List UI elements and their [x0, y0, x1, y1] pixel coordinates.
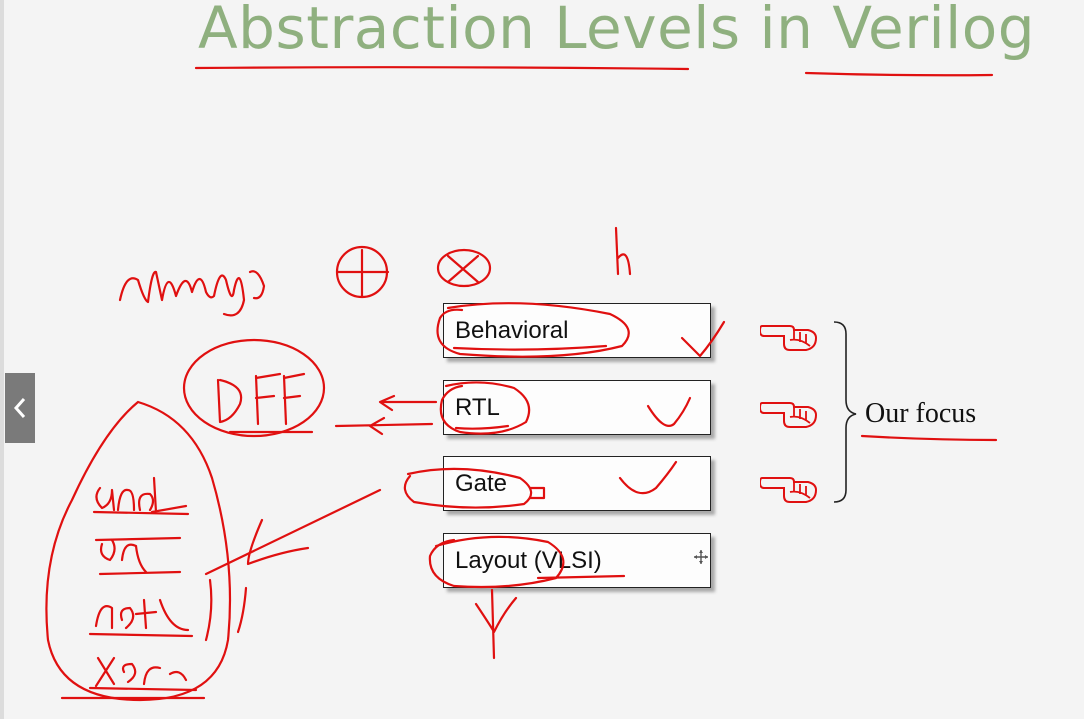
level-box-behavioral: Behavioral — [443, 303, 711, 358]
level-label-rtl: RTL — [455, 394, 500, 421]
slide: Abstraction Levels in Verilog Behavioral… — [0, 0, 1084, 719]
pointing-hand-icon — [760, 477, 818, 503]
level-box-layout: Layout (VLSI) — [443, 533, 711, 588]
level-label-layout: Layout (VLSI) — [455, 547, 602, 574]
level-box-gate: Gate — [443, 456, 711, 511]
focus-brace — [833, 321, 857, 503]
pointing-hand-icon — [760, 325, 818, 351]
chevron-left-icon — [13, 398, 26, 418]
move-cursor-icon — [694, 550, 708, 564]
previous-slide-button[interactable] — [5, 373, 35, 443]
level-box-rtl: RTL — [443, 380, 711, 435]
level-label-gate: Gate — [455, 470, 508, 497]
level-label-behavioral: Behavioral — [455, 317, 569, 344]
pointing-hand-icon — [760, 402, 818, 428]
slide-edge — [0, 0, 4, 719]
slide-title: Abstraction Levels in Verilog — [198, 0, 1036, 62]
focus-label: Our focus — [865, 398, 977, 429]
handwritten-annotations — [45, 66, 998, 702]
